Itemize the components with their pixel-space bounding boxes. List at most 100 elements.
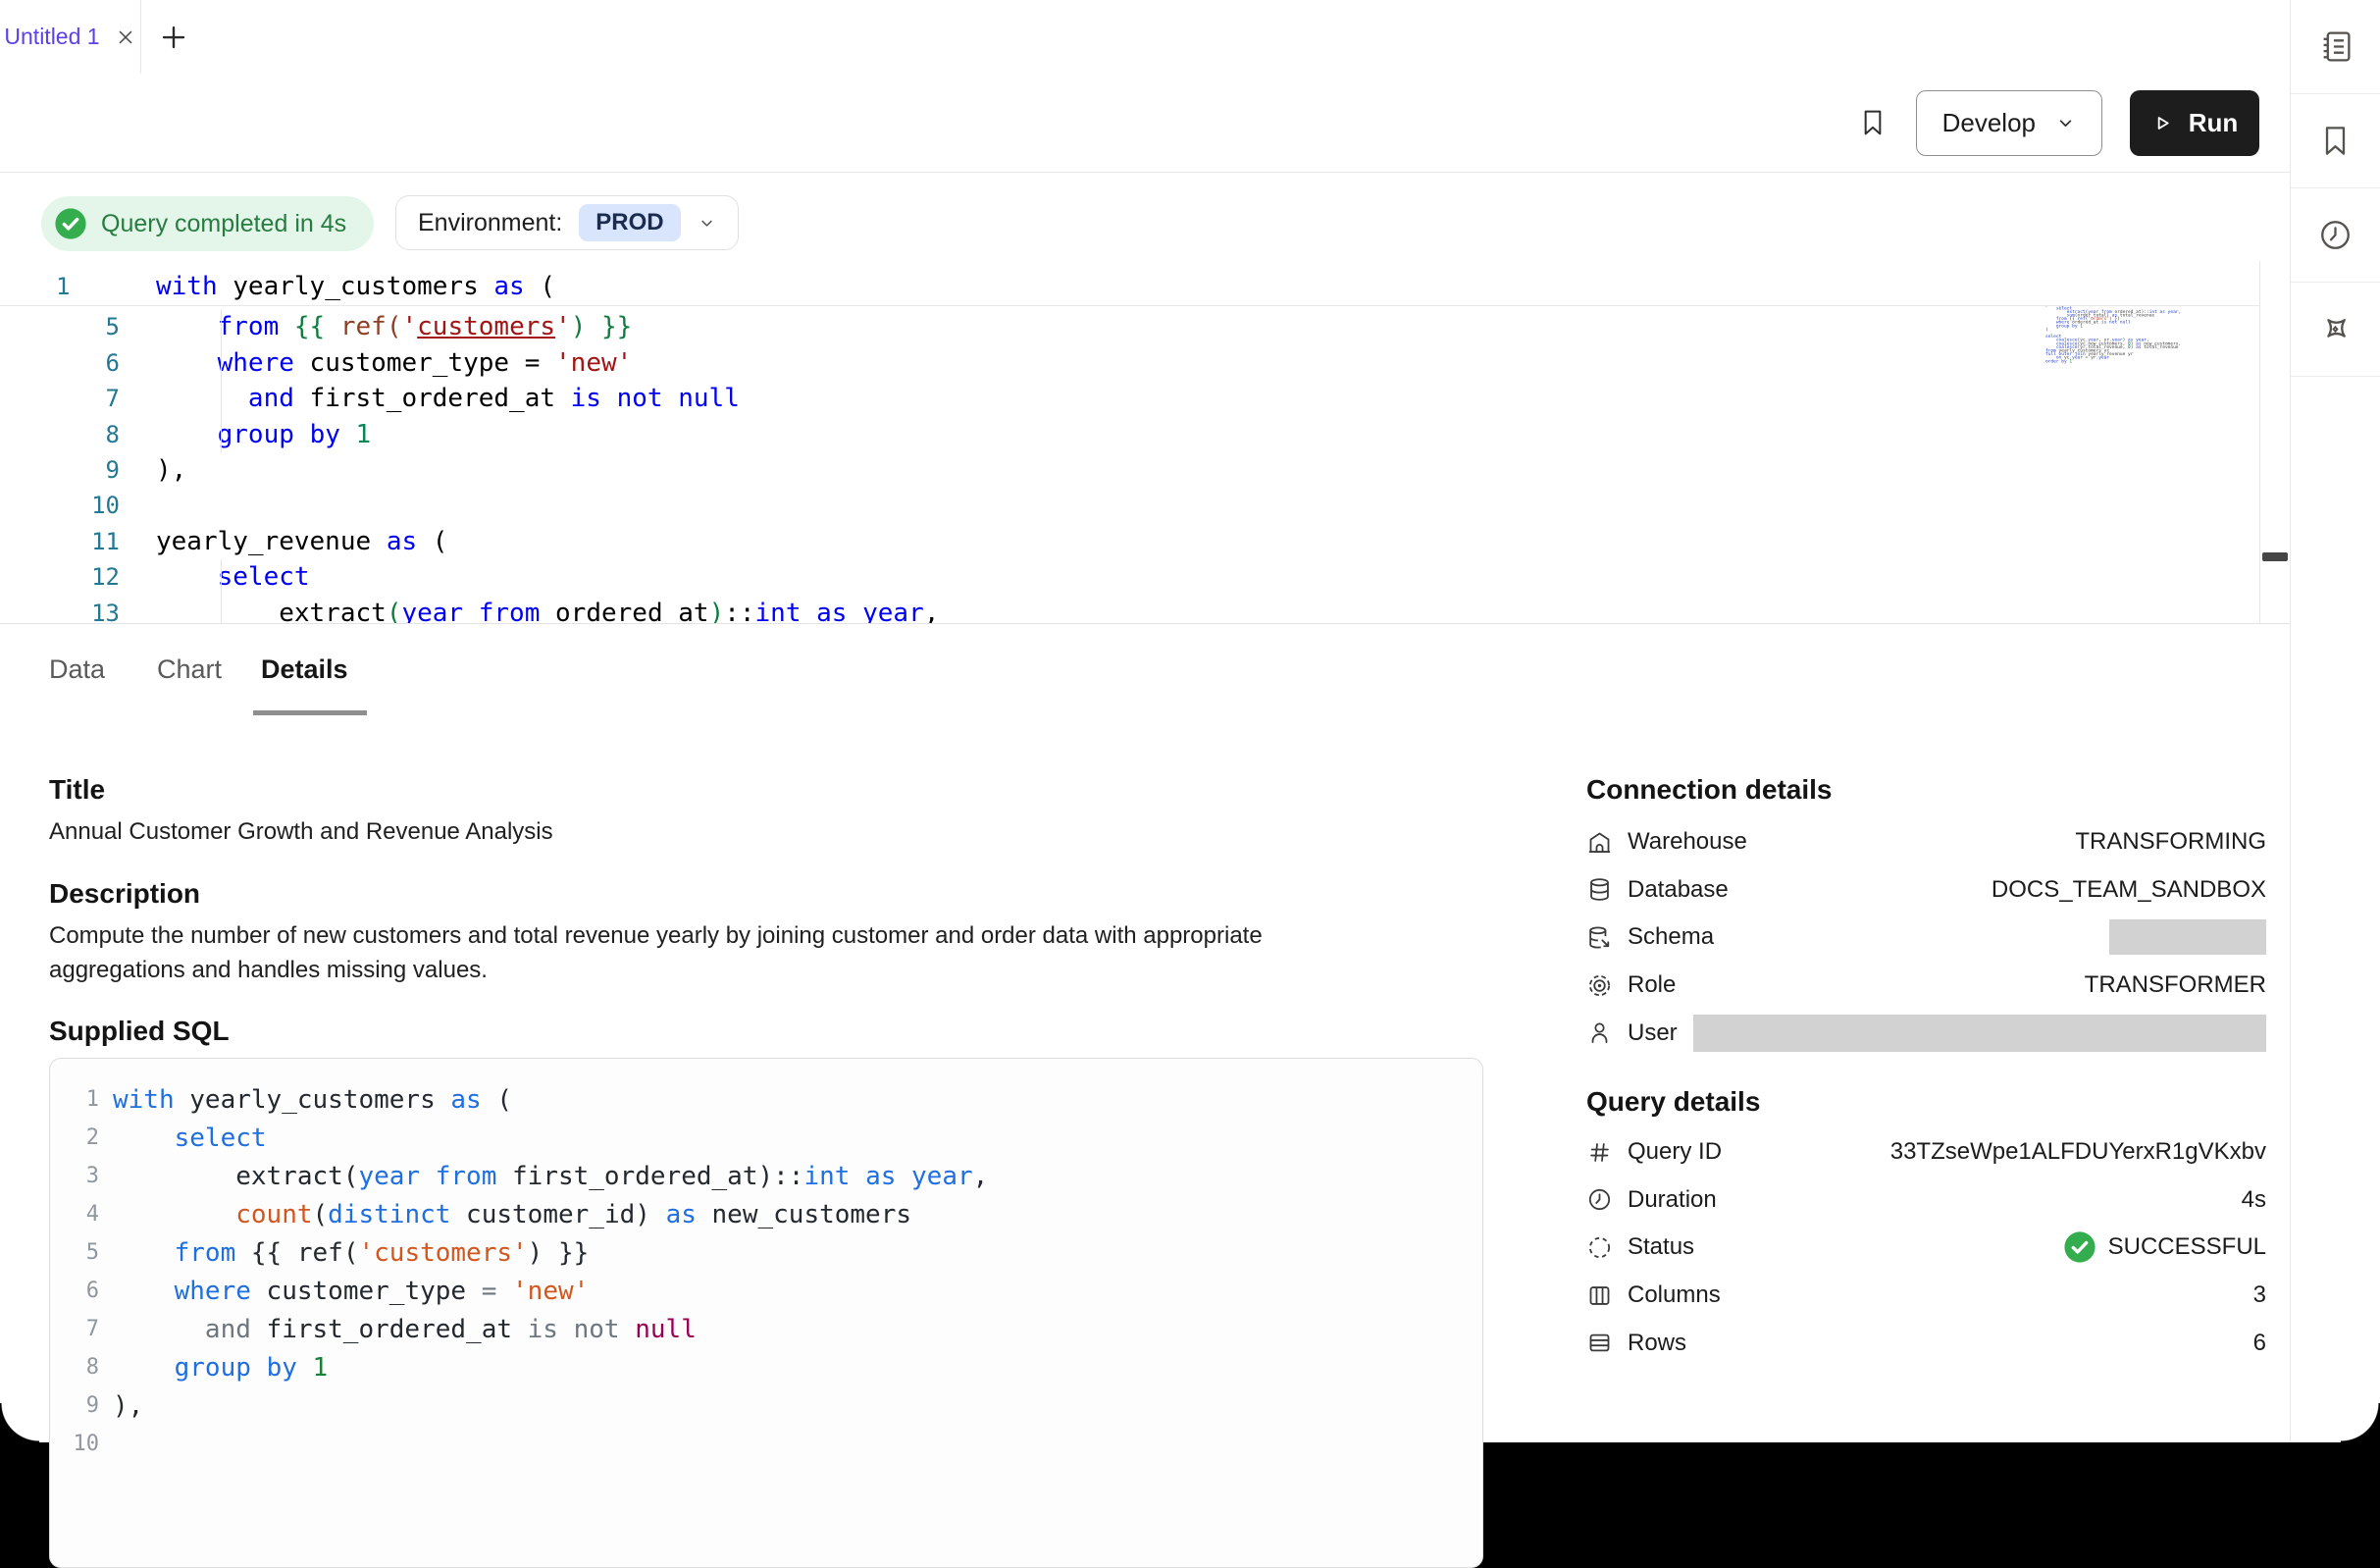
code-text: and first_ordered_at is not null — [113, 1315, 697, 1344]
code-line: 5 from {{ ref('customers') }} — [50, 1233, 1482, 1272]
tab-bar: Untitled 1 — [0, 0, 2290, 75]
detail-label: Rows — [1628, 1330, 1686, 1357]
run-button[interactable]: Run — [2130, 90, 2259, 156]
detail-row-rows: Rows6 — [1586, 1319, 2266, 1367]
window-corner — [2341, 1403, 2380, 1442]
window-corner — [0, 1403, 39, 1442]
code-line: 8 group by 1 — [0, 416, 2259, 451]
scrollbar-thumb[interactable] — [2262, 552, 2288, 561]
detail-label: Role — [1628, 971, 1676, 999]
plus-icon — [159, 23, 188, 52]
line-number: 7 — [0, 385, 120, 412]
bookmark-icon[interactable] — [1857, 104, 1888, 141]
details-panel: Title Annual Customer Growth and Revenue… — [0, 715, 2290, 1442]
line-number: 11 — [0, 528, 120, 555]
run-label: Run — [2189, 108, 2239, 138]
code-text: count(distinct customer_id) as new_custo… — [113, 1200, 911, 1229]
sidebar-button-bookmark[interactable] — [2291, 94, 2380, 188]
line-number: 9 — [50, 1393, 99, 1418]
line-number: 1 — [0, 273, 120, 300]
results-tab-details[interactable]: Details — [261, 625, 348, 716]
sql-editor[interactable]: 5 from {{ ref('customers') }} 6 where cus… — [0, 261, 2259, 623]
query-status-text: Query completed in 4s — [101, 210, 346, 238]
code-line: 9), — [0, 452, 2259, 488]
redacted-value — [2109, 919, 2266, 955]
line-number: 5 — [0, 313, 120, 340]
new-tab-button[interactable] — [141, 0, 206, 74]
check-circle-icon — [2063, 1230, 2096, 1264]
environment-value-badge: PROD — [579, 204, 680, 241]
supplied-sql-block: 1with yearly_customers as (2 select3 ext… — [49, 1058, 1483, 1568]
line-number: 10 — [0, 492, 120, 519]
line-number: 8 — [50, 1355, 99, 1380]
detail-label: User — [1628, 1019, 1678, 1047]
line-number: 13 — [0, 600, 120, 623]
status-spinner-icon — [1586, 1234, 1613, 1261]
toolbar: Develop Run — [0, 74, 2290, 173]
code-line: 10 — [50, 1425, 1482, 1463]
chevron-down-icon — [2055, 113, 2076, 133]
develop-dropdown[interactable]: Develop — [1916, 90, 2102, 156]
detail-value: 33TZseWpe1ALFDUYerxR1gVKxbv — [1890, 1138, 2266, 1166]
code-text: where customer_type = 'new' — [156, 348, 632, 378]
description-heading: Description — [49, 878, 200, 910]
role-icon — [1586, 972, 1613, 999]
line-number: 10 — [50, 1432, 99, 1456]
line-number: 12 — [0, 563, 120, 591]
detail-value: DOCS_TEAM_SANDBOX — [1992, 876, 2266, 904]
indent-guide — [221, 309, 222, 452]
connection-details-rows: WarehouseTRANSFORMINGDatabaseDOCS_TEAM_S… — [1586, 818, 2266, 1057]
sidebar-button-history-clock[interactable] — [2291, 188, 2380, 283]
line-number: 6 — [50, 1279, 99, 1303]
history-clock-icon — [2317, 217, 2354, 253]
code-line: 12 select — [0, 559, 2259, 595]
warehouse-icon — [1586, 829, 1613, 856]
code-line: 7 and first_ordered_at is not null — [50, 1310, 1482, 1348]
code-text: from {{ ref('customers') }} — [156, 312, 632, 341]
sticky-scroll-line: 1with yearly_customers as ( — [0, 268, 2259, 306]
database-icon — [1586, 876, 1613, 903]
detail-value: SUCCESSFUL — [2063, 1230, 2266, 1264]
line-number: 7 — [50, 1317, 99, 1341]
detail-label: Status — [1628, 1233, 1694, 1261]
indent-guide — [221, 559, 222, 623]
close-icon[interactable] — [115, 26, 136, 48]
code-text: select — [113, 1124, 267, 1153]
sidebar-button-discover-compass[interactable] — [2291, 283, 2380, 377]
title-value: Annual Customer Growth and Revenue Analy… — [49, 814, 553, 849]
play-icon — [2151, 112, 2174, 134]
check-circle-icon — [54, 207, 87, 240]
results-tab-chart[interactable]: Chart — [157, 625, 222, 716]
detail-row-user: User — [1586, 1009, 2266, 1057]
code-text: and first_ordered_at is not null — [156, 384, 740, 413]
results-tab-bar: Data Chart Details — [0, 625, 2290, 717]
bookmark-icon — [2317, 123, 2354, 159]
detail-row-columns: Columns3 — [1586, 1272, 2266, 1320]
code-line: 4 count(distinct customer_id) as new_cus… — [50, 1195, 1482, 1233]
query-details-rows: Query ID33TZseWpe1ALFDUYerxR1gVKxbvDurat… — [1586, 1128, 2266, 1367]
develop-label: Develop — [1942, 108, 2036, 138]
code-line: 9), — [50, 1386, 1482, 1425]
environment-selector[interactable]: Environment: PROD — [395, 195, 739, 250]
code-text: select — [156, 562, 310, 592]
hash-icon — [1586, 1139, 1613, 1166]
description-value: Compute the number of new customers and … — [49, 918, 1393, 987]
detail-label: Query ID — [1628, 1138, 1722, 1166]
results-tab-data[interactable]: Data — [49, 625, 105, 716]
tab-untitled-1[interactable]: Untitled 1 — [0, 0, 141, 74]
code-text: group by 1 — [113, 1353, 328, 1383]
code-line: 1with yearly_customers as ( — [50, 1080, 1482, 1119]
columns-icon — [1586, 1282, 1613, 1309]
code-line: 11 yearly_revenue as ( — [0, 524, 2259, 559]
code-text: extract(year from first_ordered_at)::int… — [113, 1162, 988, 1191]
detail-row-status: Status SUCCESSFUL — [1586, 1224, 2266, 1272]
tab-label: Untitled 1 — [4, 24, 99, 50]
sidebar-button-notebook[interactable] — [2291, 0, 2380, 94]
line-number: 6 — [0, 349, 120, 377]
detail-value: 4s — [2242, 1186, 2266, 1214]
editor-scrollbar[interactable] — [2259, 261, 2290, 623]
code-text: ), — [113, 1391, 143, 1421]
line-number: 3 — [50, 1164, 99, 1188]
schema-icon — [1586, 924, 1613, 951]
code-text: yearly_revenue as ( — [156, 527, 447, 556]
